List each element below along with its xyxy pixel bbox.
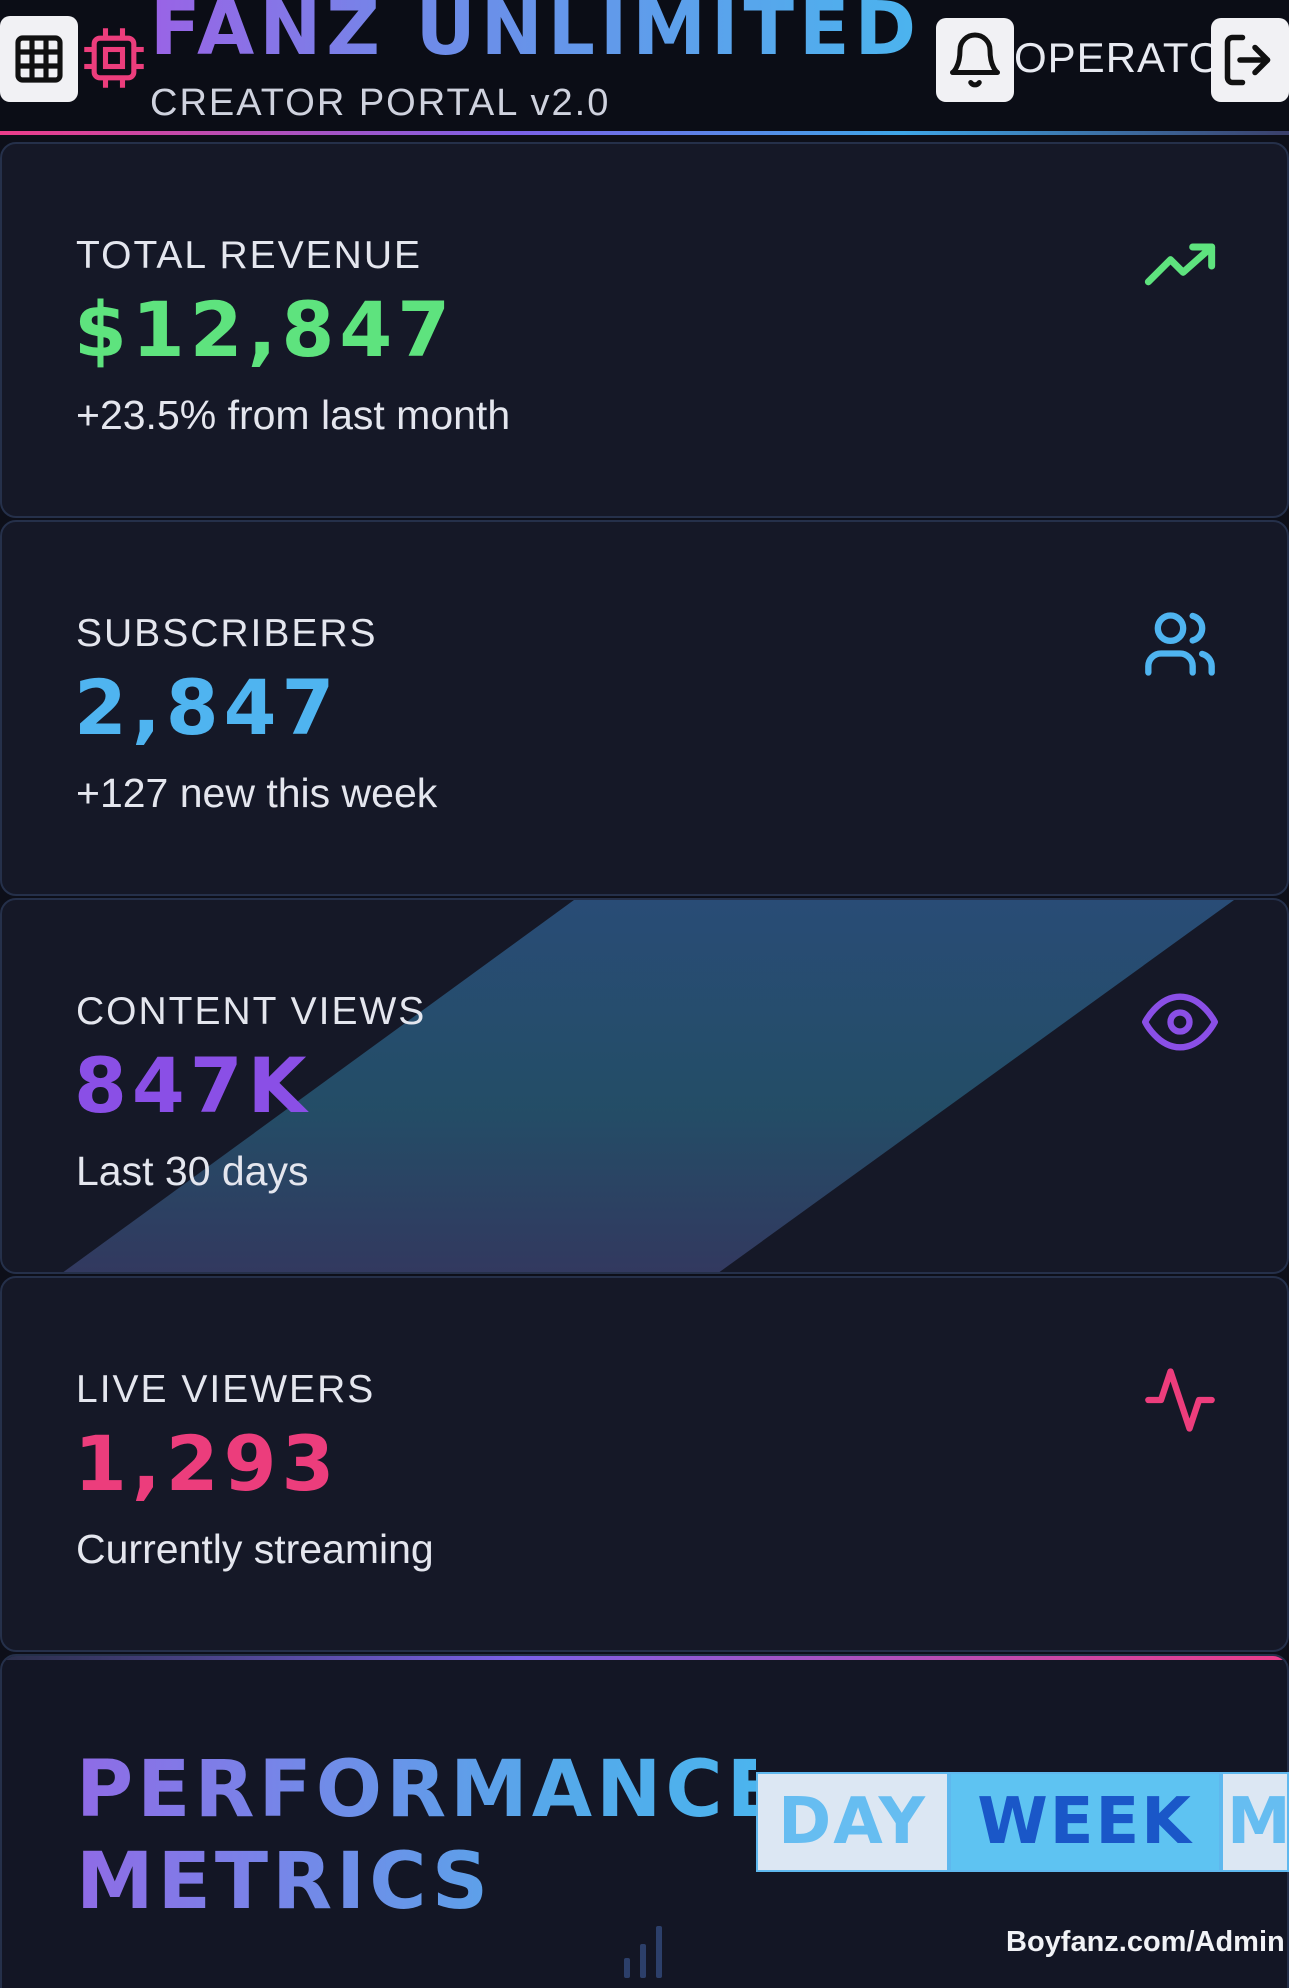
- stat-value: 1,293: [74, 1419, 340, 1508]
- stat-note: +127 new this week: [76, 770, 438, 816]
- bar-chart-icon: [624, 1926, 662, 1978]
- section-title: PERFORMANCE METRICS: [76, 1745, 784, 1927]
- logout-icon: [1224, 34, 1271, 86]
- range-day-button[interactable]: DAY: [756, 1772, 949, 1872]
- stat-note: +23.5% from last month: [76, 392, 511, 438]
- stat-note: Currently streaming: [76, 1526, 434, 1572]
- stat-value: 847K: [74, 1041, 312, 1130]
- brand-title: FANZ UNLIMITED: [150, 0, 921, 66]
- stat-label: TOTAL REVENUE: [76, 234, 423, 277]
- panel-divider: [2, 1656, 1287, 1660]
- logout-button[interactable]: [1211, 18, 1289, 102]
- stat-card-revenue[interactable]: TOTAL REVENUE $12,847 +23.5% from last m…: [0, 142, 1289, 518]
- range-week-button[interactable]: WEEK: [949, 1772, 1221, 1872]
- stat-label: CONTENT VIEWS: [76, 990, 427, 1033]
- users-icon: [1145, 612, 1215, 676]
- top-header: FANZ UNLIMITED CREATOR PORTAL v2.0 OPERA…: [0, 0, 1289, 135]
- stat-value: 2,847: [74, 663, 340, 752]
- dashboard-page: FANZ UNLIMITED CREATOR PORTAL v2.0 OPERA…: [0, 0, 1289, 1988]
- brand-subtitle: CREATOR PORTAL v2.0: [150, 82, 611, 124]
- eye-icon: [1142, 993, 1218, 1051]
- trending-up-icon: [1144, 243, 1216, 286]
- range-month-button[interactable]: M: [1221, 1772, 1289, 1872]
- header-divider: [0, 131, 1289, 135]
- stat-value: $12,847: [74, 285, 456, 374]
- chip-icon: [84, 28, 144, 88]
- bell-icon: [950, 32, 1000, 88]
- notifications-button[interactable]: [936, 18, 1014, 102]
- stat-card-subscribers[interactable]: SUBSCRIBERS 2,847 +127 new this week: [0, 520, 1289, 896]
- range-selector: DAY WEEK M: [756, 1772, 1289, 1872]
- stat-label: SUBSCRIBERS: [76, 612, 378, 655]
- stat-label: LIVE VIEWERS: [76, 1368, 376, 1411]
- activity-icon: [1145, 1368, 1215, 1432]
- stat-card-views[interactable]: CONTENT VIEWS 847K Last 30 days: [0, 898, 1289, 1274]
- watermark-text: Boyfanz.com/Admin: [1006, 1926, 1285, 1958]
- stat-card-live[interactable]: LIVE VIEWERS 1,293 Currently streaming: [0, 1276, 1289, 1652]
- menu-button[interactable]: [0, 16, 78, 102]
- stat-note: Last 30 days: [76, 1148, 309, 1194]
- grid-menu-icon: [15, 35, 63, 83]
